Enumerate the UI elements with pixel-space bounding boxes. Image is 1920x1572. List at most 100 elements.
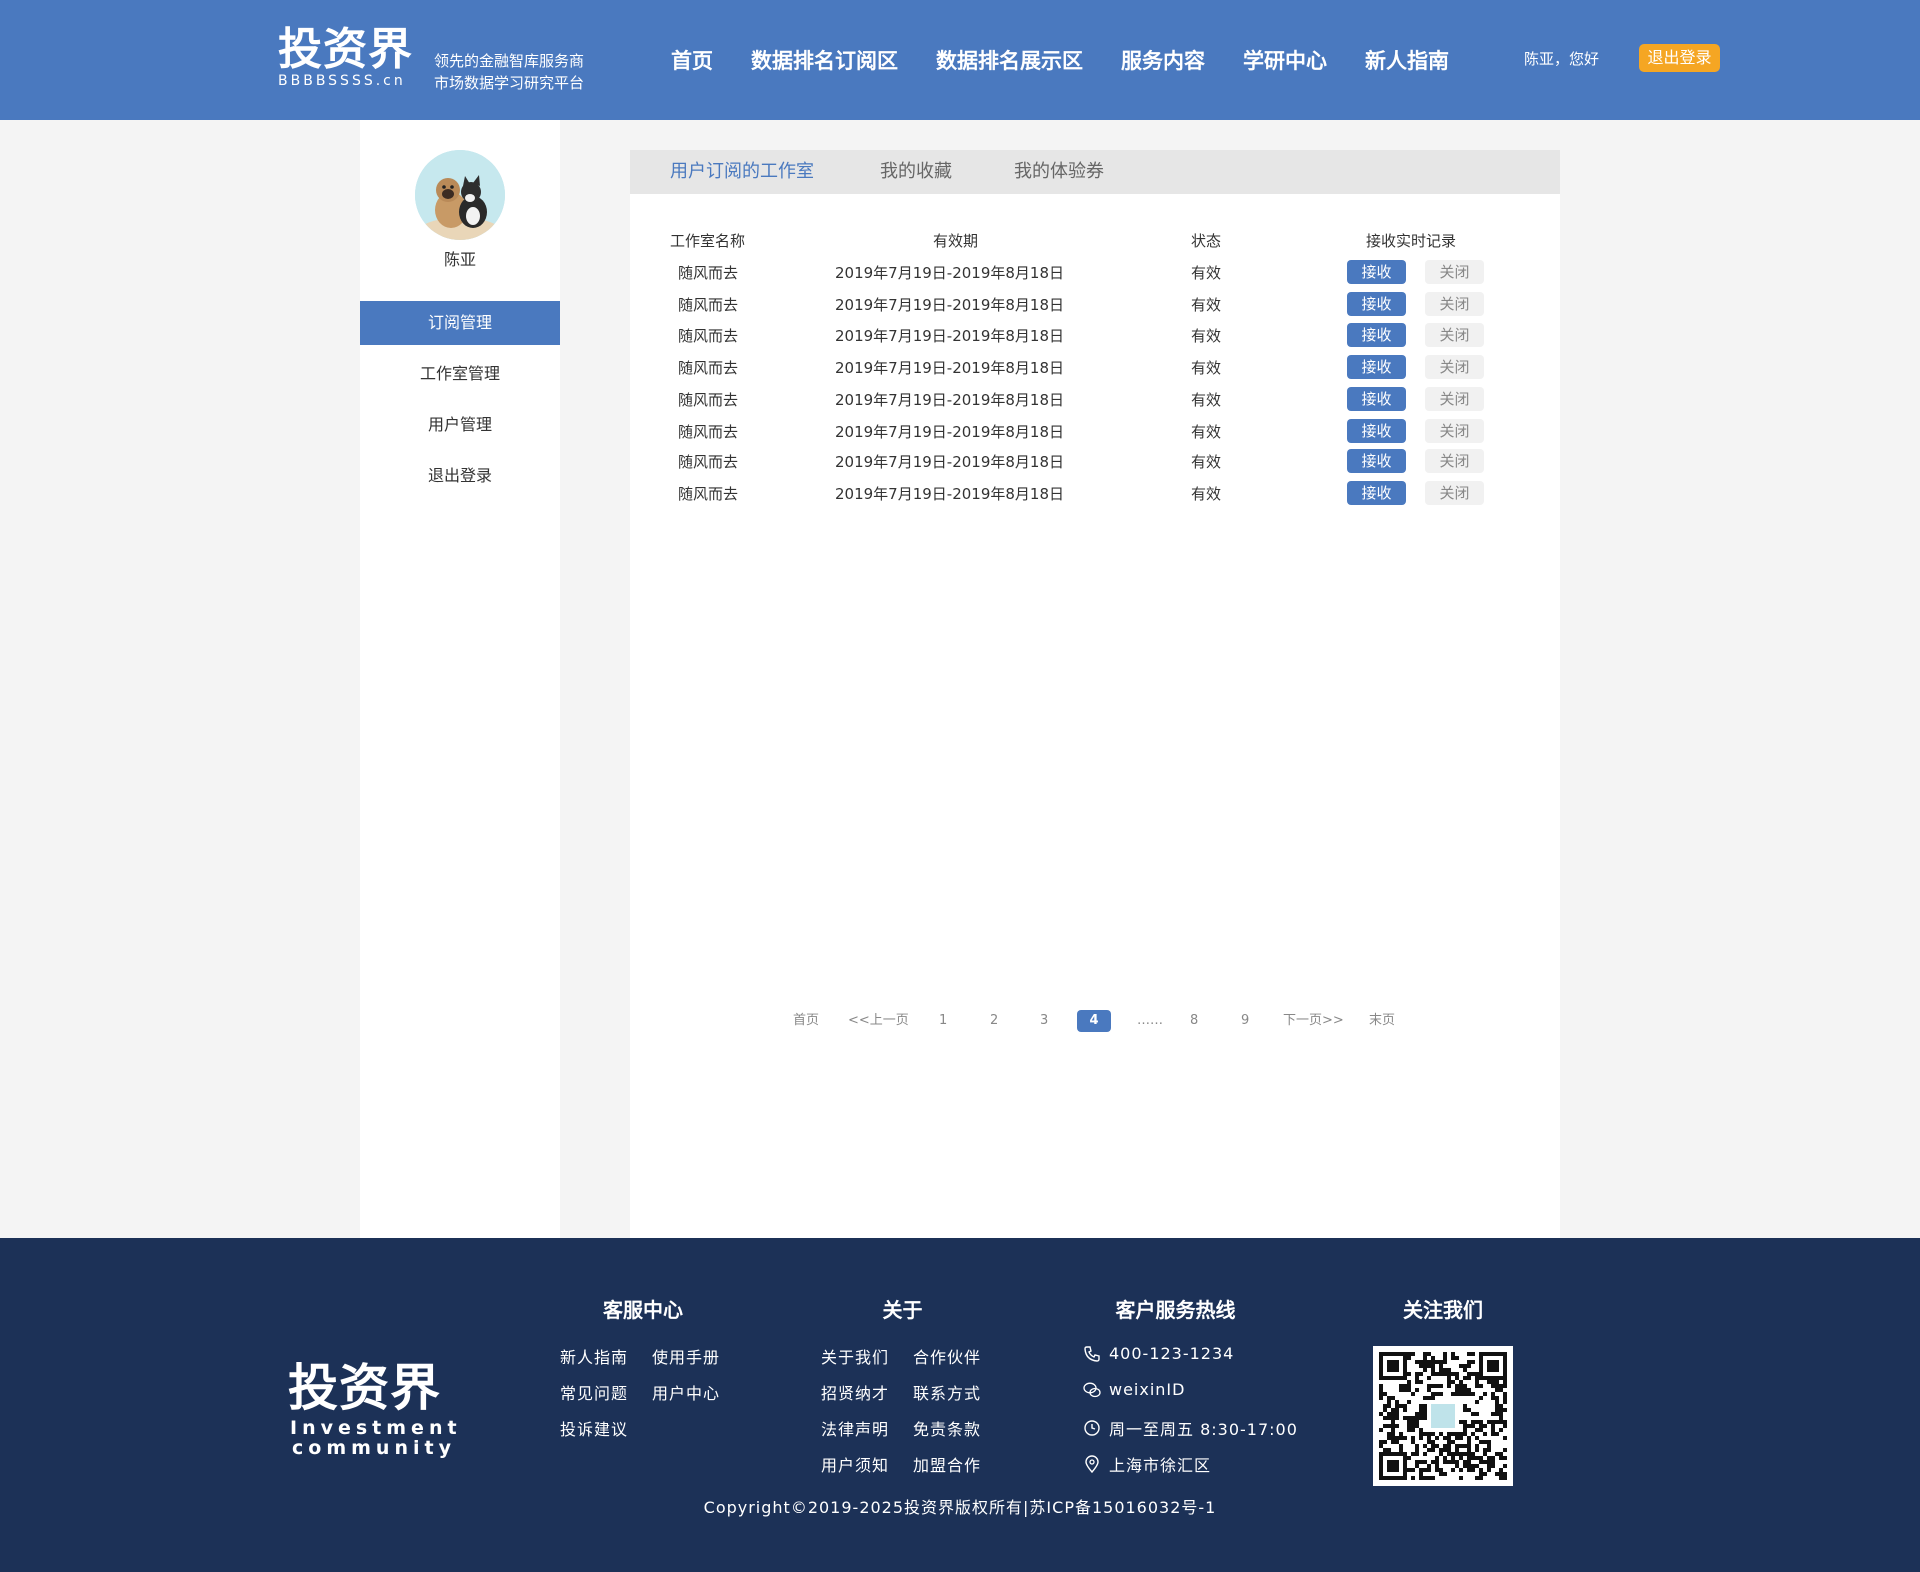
slogan: 领先的金融智库服务商 市场数据学习研究平台 [434,50,584,94]
user-name: 陈亚 [443,250,476,269]
footer-link-careers[interactable]: 招贤纳才 [821,1380,889,1404]
footer-link-about-us[interactable]: 关于我们 [821,1344,889,1368]
footer-hotline-title: 客户服务热线 [1115,1298,1236,1322]
receive-button[interactable]: 接收 [1347,481,1406,505]
row-period: 2019年7月19日-2019年8月18日 [835,391,1065,409]
footer-link-user-center[interactable]: 用户中心 [652,1380,720,1404]
receive-button[interactable]: 接收 [1347,387,1406,411]
sidebar: 陈亚 订阅管理 工作室管理 用户管理 退出登录 [360,120,560,1238]
receive-button[interactable]: 接收 [1347,419,1406,443]
row-period: 2019年7月19日-2019年8月18日 [835,296,1065,314]
logo-domain: BBBBSSSS.cn [278,73,406,89]
receive-button[interactable]: 接收 [1347,449,1406,473]
page-3[interactable]: 3 [1040,1010,1048,1032]
footer-link-complaints[interactable]: 投诉建议 [560,1416,628,1440]
tab-bar: 用户订阅的工作室 我的收藏 我的体验券 [630,150,1560,194]
avatar[interactable] [415,150,505,240]
slogan-line-2: 市场数据学习研究平台 [434,74,585,92]
row-status: 有效 [1191,485,1222,503]
row-studio-name: 随风而去 [678,423,739,441]
top-header: 投资界 BBBBSSSS.cn 领先的金融智库服务商 市场数据学习研究平台 首页… [0,0,1920,120]
nav-study-center[interactable]: 学研中心 [1243,45,1327,75]
footer-link-legal[interactable]: 法律声明 [821,1416,889,1440]
page-4-current[interactable]: 4 [1077,1010,1111,1032]
footer-hours: 周一至周五 8:30-17:00 [1083,1416,1298,1440]
footer-link-disclaimer[interactable]: 免责条款 [913,1416,981,1440]
close-button[interactable]: 关闭 [1425,355,1484,379]
footer-link-faq[interactable]: 常见问题 [560,1380,628,1404]
row-studio-name: 随风而去 [678,391,739,409]
row-status: 有效 [1191,327,1222,345]
nav-ranking-subscribe[interactable]: 数据排名订阅区 [751,45,898,75]
row-status: 有效 [1191,423,1222,441]
nav-services[interactable]: 服务内容 [1121,45,1205,75]
row-studio-name: 随风而去 [678,359,739,377]
page-9[interactable]: 9 [1241,1010,1249,1032]
footer-service-title: 客服中心 [603,1298,683,1322]
row-status: 有效 [1191,296,1222,314]
row-status: 有效 [1191,453,1222,471]
row-studio-name: 随风而去 [678,296,739,314]
header-period: 有效期 [933,232,979,250]
close-button[interactable]: 关闭 [1425,323,1484,347]
footer-about-title: 关于 [882,1298,923,1322]
sidebar-item-users[interactable]: 用户管理 [360,403,560,447]
page-prev[interactable]: <<上一页 [848,1010,909,1032]
tab-subscribed-studios[interactable]: 用户订阅的工作室 [670,150,814,194]
footer-link-franchise[interactable]: 加盟合作 [913,1452,981,1476]
page-next[interactable]: 下一页>> [1283,1010,1344,1032]
page-8[interactable]: 8 [1190,1010,1198,1032]
page-2[interactable]: 2 [990,1010,998,1032]
site-logo[interactable]: 投资界 BBBBSSSS.cn [278,25,413,90]
footer-logo-en: Investment community [290,1418,458,1458]
page-1[interactable]: 1 [939,1010,947,1032]
footer-wechat-text: weixinID [1109,1380,1186,1399]
slogan-line-1: 领先的金融智库服务商 [434,52,585,70]
receive-button[interactable]: 接收 [1347,355,1406,379]
tab-trial-vouchers[interactable]: 我的体验券 [1014,150,1104,194]
row-period: 2019年7月19日-2019年8月18日 [835,453,1065,471]
row-studio-name: 随风而去 [678,453,739,471]
close-button[interactable]: 关闭 [1425,419,1484,443]
footer-logo: 投资界 [288,1359,441,1417]
close-button[interactable]: 关闭 [1425,481,1484,505]
close-button[interactable]: 关闭 [1425,449,1484,473]
close-button[interactable]: 关闭 [1425,292,1484,316]
tab-favorites[interactable]: 我的收藏 [880,150,952,194]
close-button[interactable]: 关闭 [1425,260,1484,284]
row-period: 2019年7月19日-2019年8月18日 [835,327,1065,345]
wechat-icon [1083,1382,1101,1397]
row-period: 2019年7月19日-2019年8月18日 [835,359,1065,377]
receive-button[interactable]: 接收 [1347,260,1406,284]
header-logout-button[interactable]: 退出登录 [1639,44,1720,72]
close-button[interactable]: 关闭 [1425,387,1484,411]
nav-home[interactable]: 首页 [671,45,713,75]
footer-address: 上海市徐汇区 [1083,1452,1211,1476]
footer-link-manual[interactable]: 使用手册 [652,1344,720,1368]
receive-button[interactable]: 接收 [1347,292,1406,316]
avatar-dog-cat-icon [415,150,505,240]
sidebar-item-studios[interactable]: 工作室管理 [360,352,560,396]
sidebar-item-logout[interactable]: 退出登录 [360,454,560,498]
page-last[interactable]: 末页 [1369,1010,1395,1032]
footer-link-partners[interactable]: 合作伙伴 [913,1344,981,1368]
page-first[interactable]: 首页 [793,1010,819,1032]
footer-hours-text: 周一至周五 8:30-17:00 [1109,1420,1298,1439]
footer-phone-text: 400-123-1234 [1109,1344,1235,1363]
row-status: 有效 [1191,264,1222,282]
qr-code [1373,1346,1513,1486]
sidebar-item-subscriptions[interactable]: 订阅管理 [360,301,560,345]
receive-button[interactable]: 接收 [1347,323,1406,347]
footer-link-newbie-guide[interactable]: 新人指南 [560,1344,628,1368]
nav-newbie-guide[interactable]: 新人指南 [1365,45,1449,75]
row-studio-name: 随风而去 [678,264,739,282]
footer-link-user-notice[interactable]: 用户须知 [821,1452,889,1476]
nav-ranking-display[interactable]: 数据排名展示区 [936,45,1083,75]
footer-logo-en-line-1: Investment [290,1417,462,1439]
row-status: 有效 [1191,359,1222,377]
clock-icon [1084,1420,1100,1436]
main-panel: 用户订阅的工作室 我的收藏 我的体验券 工作室名称 有效期 状态 接收实时记录 … [630,150,1560,1238]
user-greeting: 陈亚，您好 [1524,50,1600,68]
main-nav: 首页 数据排名订阅区 数据排名展示区 服务内容 学研中心 新人指南 [652,0,1468,120]
footer-link-contact[interactable]: 联系方式 [913,1380,981,1404]
